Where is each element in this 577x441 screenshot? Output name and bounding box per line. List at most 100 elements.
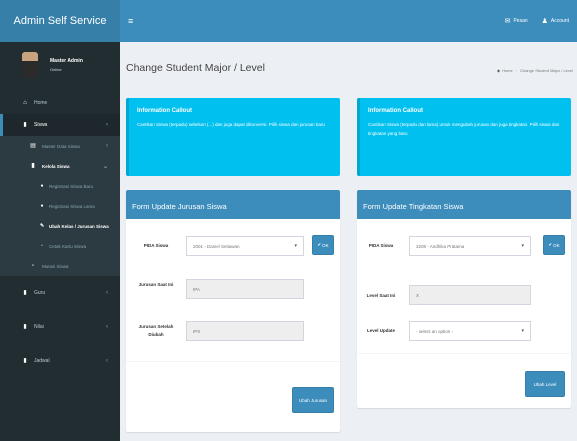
- menu-toggle-icon[interactable]: ≡: [128, 16, 133, 26]
- chevron-left-icon: ‹: [106, 358, 108, 364]
- callout-title: Information Callout: [368, 108, 423, 114]
- sidebar-item-label: Guru: [34, 290, 46, 296]
- sidebar-item-home[interactable]: ⌂ Home: [0, 92, 120, 114]
- current-level-label: Level Saat Ini: [366, 293, 396, 298]
- circle-icon: ●: [40, 203, 44, 209]
- breadcrumb-separator: ›: [515, 68, 518, 73]
- chevron-down-icon: ⌄: [102, 163, 108, 170]
- sidebar-item-label: Registrasi Siswa Baru: [49, 183, 94, 189]
- sidebar-item-label: Home: [34, 100, 48, 106]
- current-major-value: IPA: [193, 286, 200, 292]
- ok-button[interactable]: ✔ OK: [543, 235, 565, 255]
- sidebar-item-nilai[interactable]: ▮ Nilai ‹: [0, 316, 120, 338]
- divider: [126, 361, 340, 362]
- sidebar-item-label: Kelola Siswa: [42, 163, 70, 169]
- chevron-down-icon: ‹: [106, 122, 108, 128]
- main-content: Change Student Major / Level ◈ Home › Ch…: [120, 42, 577, 441]
- box-title: Form Update Tingkatan Siswa: [357, 193, 571, 219]
- chart-icon: ▮: [23, 324, 27, 330]
- user-status: Online: [50, 67, 62, 72]
- sidebar-item-label: Nilai: [34, 324, 44, 330]
- sidebar-item-label: Master Data Siswa: [42, 143, 80, 149]
- student-select-value: 2001 - Daniel Setiawan: [193, 243, 240, 249]
- student-select[interactable]: 2001 - Daniel Setiawan ▾: [186, 236, 304, 256]
- messages-link[interactable]: ✉ Pesan: [505, 17, 528, 25]
- dashboard-icon: ◈: [496, 68, 501, 73]
- callout-text: Cantikan Siswa (terpadu) sebelum (...) d…: [137, 122, 325, 127]
- pencil-icon: ✎: [40, 223, 45, 229]
- chevron-left-icon: ‹: [106, 290, 108, 296]
- new-major-value: IPS: [193, 328, 201, 334]
- user-name: Master Admin: [50, 58, 83, 64]
- sidebar-item-cetak-kartu[interactable]: ▫ Cetak Kartu Siswa: [0, 236, 120, 256]
- users-icon: ▮: [23, 122, 27, 128]
- breadcrumb: ◈ Home › Change Student Major / Level: [497, 68, 573, 73]
- callout-text: Cantikan Siswa (terpadu dan lama) untuk …: [368, 122, 560, 136]
- calendar-icon: ▮: [23, 358, 27, 364]
- sidebar-item-mutasi[interactable]: ▫ Mutasi Siswa: [0, 256, 120, 276]
- sidebar-item-siswa[interactable]: ▮ Siswa ‹: [0, 114, 120, 136]
- update-level-placeholder: - select an option -: [416, 328, 454, 334]
- sidebar-item-ubah-kelas[interactable]: ✎ Ubah Kelas / Jurusan Siswa: [0, 216, 120, 236]
- form-update-level-box: Form Update Tingkatan Siswa PIDA Siswa 3…: [357, 190, 571, 408]
- sidebar-item-registrasi-lama[interactable]: ● Registrasi Siswa Lama: [0, 196, 120, 216]
- avatar: [22, 52, 38, 78]
- student-label: PIDA Siswa: [368, 243, 394, 248]
- check-icon: ✔: [548, 242, 553, 247]
- new-major-label: Jurusan Setelah Diubah: [138, 324, 174, 337]
- sidebar-item-jadwal[interactable]: ▮ Jadwal ‹: [0, 350, 120, 372]
- box-title: Form Update Jurusan Siswa: [126, 193, 340, 219]
- teacher-icon: ▮: [23, 290, 27, 296]
- chevron-down-icon: ▾: [521, 328, 524, 334]
- sidebar-item-guru[interactable]: ▮ Guru ‹: [0, 282, 120, 304]
- update-level-select[interactable]: - select an option - ▾: [409, 321, 531, 341]
- update-level-label: Level Update: [366, 328, 395, 333]
- page-title: Change Student Major / Level: [126, 62, 265, 74]
- brand-logo[interactable]: Admin Self Service: [0, 0, 120, 42]
- sidebar-item-label: Mutasi Siswa: [42, 263, 69, 269]
- current-level-field: X: [409, 285, 531, 305]
- user-info: Master Admin Online: [50, 58, 83, 72]
- sidebar-item-label: Registrasi Siswa Lama: [49, 203, 95, 209]
- chevron-left-icon: ‹: [106, 324, 108, 330]
- account-label: Account: [550, 18, 569, 24]
- sidebar-item-kelola-siswa[interactable]: ▮ Kelola Siswa ⌄: [0, 156, 120, 176]
- breadcrumb-current: Change Student Major / Level: [520, 68, 573, 73]
- form-update-major-box: Form Update Jurusan Siswa PIDA Siswa 200…: [126, 190, 340, 432]
- user-panel: Master Admin Online: [0, 42, 120, 88]
- messages-label: Pesan: [513, 18, 528, 24]
- database-icon: ▤: [30, 143, 36, 149]
- sidebar-item-master-data[interactable]: ▤ Master Data Siswa ‹: [0, 136, 120, 156]
- current-major-label: Jurusan Saat Ini: [138, 282, 174, 287]
- envelope-icon: ✉: [504, 18, 511, 25]
- ok-label: OK: [553, 242, 560, 248]
- chevron-down-icon: ▾: [294, 243, 297, 249]
- edit-icon: ▮: [31, 163, 35, 169]
- student-select-value: 3208 - Andhika Pratama: [416, 243, 465, 249]
- home-icon: ⌂: [23, 100, 27, 106]
- circle-icon: ●: [40, 183, 44, 189]
- print-icon: ▫: [41, 243, 43, 249]
- ok-button[interactable]: ✔ OK: [312, 235, 334, 255]
- breadcrumb-home[interactable]: Home: [502, 68, 513, 73]
- sidebar: Admin Self Service Master Admin Online ⌂…: [0, 0, 120, 441]
- sidebar-submenu-siswa: ▤ Master Data Siswa ‹ ▮ Kelola Siswa ⌄ ●…: [0, 136, 120, 276]
- sidebar-item-label: Siswa: [34, 122, 48, 128]
- student-label: PIDA Siswa: [143, 243, 169, 248]
- exchange-icon: ▫: [31, 263, 35, 269]
- user-icon: ♟: [541, 18, 548, 25]
- change-level-button[interactable]: Ubah Level: [525, 371, 565, 397]
- sidebar-item-label: Cetak Kartu Siswa: [49, 243, 87, 249]
- callout-title: Information Callout: [137, 108, 192, 114]
- divider: [357, 353, 571, 354]
- change-major-button[interactable]: Ubah Jurusan: [292, 387, 334, 413]
- student-select[interactable]: 3208 - Andhika Pratama ▾: [409, 236, 531, 256]
- info-callout-right: Information Callout Cantikan Siswa (terp…: [357, 98, 571, 176]
- account-link[interactable]: ♟ Account: [542, 17, 569, 25]
- current-major-field: IPA: [186, 279, 304, 299]
- navbar-right: ✉ Pesan ♟ Account: [491, 17, 569, 25]
- ok-label: OK: [322, 242, 329, 248]
- info-callout-left: Information Callout Cantikan Siswa (terp…: [126, 98, 340, 176]
- sidebar-item-registrasi-baru[interactable]: ● Registrasi Siswa Baru: [0, 176, 120, 196]
- sidebar-item-label: Jadwal: [34, 358, 50, 364]
